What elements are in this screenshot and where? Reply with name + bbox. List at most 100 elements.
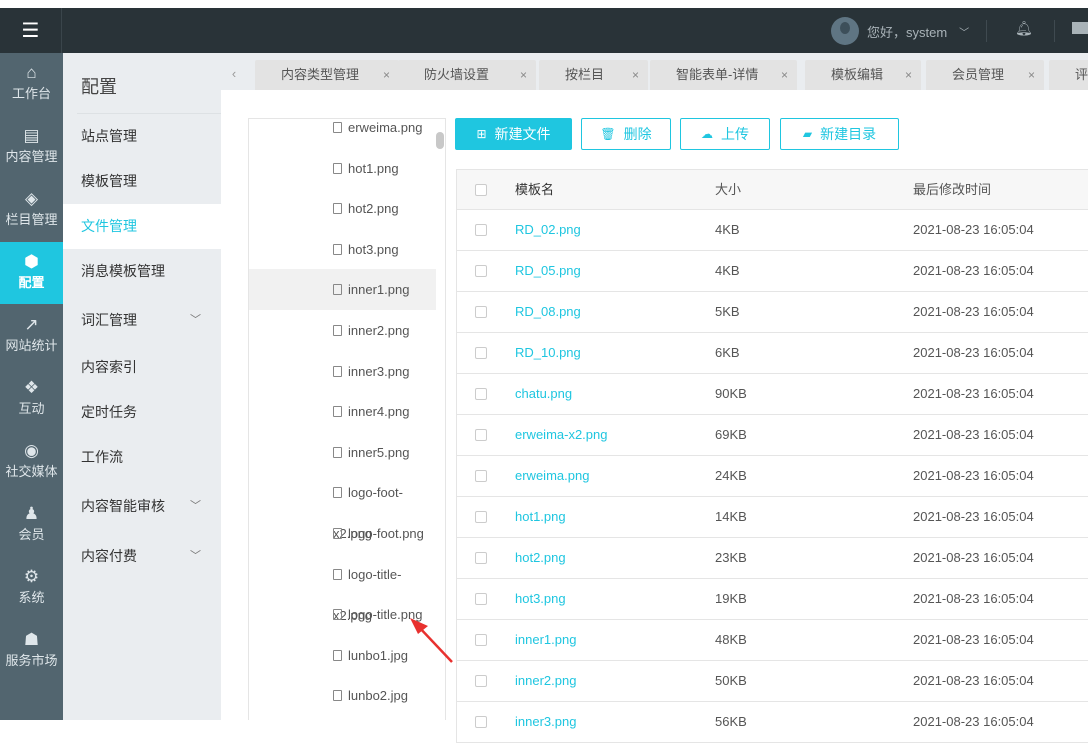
tree-file-item[interactable]: hot3.png <box>249 229 436 270</box>
file-name-link[interactable]: inner3.png <box>515 702 576 742</box>
tab-item[interactable]: 智能表单-详情 × <box>650 60 797 90</box>
tree-file-item[interactable]: lunbo2.jpg <box>249 675 436 716</box>
close-icon[interactable]: × <box>1028 60 1035 90</box>
row-checkbox[interactable] <box>475 429 487 441</box>
file-modified: 2021-08-23 16:05:04 <box>913 714 1034 729</box>
row-checkbox[interactable] <box>475 552 487 564</box>
tree-file-item[interactable]: logo-title-x2.png <box>249 554 436 623</box>
rail-item[interactable]: ❖ 互动 <box>0 368 63 430</box>
file-size: 14KB <box>715 509 747 524</box>
row-checkbox[interactable] <box>475 511 487 523</box>
submenu-item[interactable]: 文件管理 <box>63 204 221 249</box>
row-checkbox[interactable] <box>475 593 487 605</box>
row-checkbox[interactable] <box>475 716 487 728</box>
submenu-item-label: 工作流 <box>81 449 123 465</box>
rail-item[interactable]: ◈ 栏目管理 <box>0 179 63 241</box>
tree-file-item[interactable]: inner4.png <box>249 391 436 432</box>
submenu-item[interactable]: 定时任务 <box>63 390 221 435</box>
submenu-item[interactable]: 工作流 <box>63 435 221 480</box>
file-name-link[interactable]: hot2.png <box>515 538 566 578</box>
file-name: inner2.png <box>348 323 410 338</box>
file-modified: 2021-08-23 16:05:04 <box>913 509 1034 524</box>
row-checkbox[interactable] <box>475 470 487 482</box>
file-name: hot3.png <box>348 241 399 257</box>
row-checkbox[interactable] <box>475 306 487 318</box>
tree-file-item[interactable]: lunbo1.jpg <box>249 635 436 676</box>
tree-file-item[interactable]: inner5.png <box>249 432 436 473</box>
tree-file-item[interactable]: logo-title.png <box>249 594 436 635</box>
upload-button[interactable]: ☁ 上传 <box>680 118 770 150</box>
submenu-item[interactable]: 内容智能审核 ﹀ <box>63 484 221 529</box>
tree-file-item[interactable]: logo-foot.png <box>249 513 436 554</box>
row-checkbox[interactable] <box>475 388 487 400</box>
tree-file-item[interactable]: hot2.png <box>249 188 436 229</box>
rail-item[interactable]: ☗ 服务市场 <box>0 620 63 682</box>
tab-item[interactable]: 评 <box>1049 60 1088 90</box>
close-icon[interactable]: × <box>520 60 527 90</box>
tree-file-item[interactable]: inner1.png <box>249 269 436 311</box>
tab-scroll-left-icon[interactable]: ‹ <box>221 60 247 90</box>
scrollbar-thumb[interactable] <box>436 132 444 149</box>
file-name-link[interactable]: RD_02.png <box>515 210 581 250</box>
row-checkbox[interactable] <box>475 265 487 277</box>
file-size: 56KB <box>715 714 747 729</box>
row-checkbox[interactable] <box>475 224 487 236</box>
close-icon[interactable]: × <box>781 60 788 90</box>
submenu-item[interactable]: 模板管理 <box>63 159 221 204</box>
rail-item[interactable]: ⚙ 系统 <box>0 557 63 619</box>
rail-item[interactable]: ⌂ 工作台 <box>0 53 63 115</box>
submenu-item[interactable]: 内容付费 ﹀ <box>63 534 221 579</box>
rail-item[interactable]: ↗ 网站统计 <box>0 305 63 367</box>
file-name-link[interactable]: erweima-x2.png <box>515 415 608 455</box>
tab-item[interactable]: 内容类型管理 × <box>255 60 399 90</box>
submenu-item[interactable]: 站点管理 <box>63 114 221 159</box>
file-name-link[interactable]: RD_05.png <box>515 251 581 291</box>
file-name-link[interactable]: erweima.png <box>515 456 589 496</box>
tab-item[interactable]: 防火墙设置 × <box>398 60 536 90</box>
row-checkbox[interactable] <box>475 347 487 359</box>
tab-item[interactable]: 模板编辑 × <box>805 60 921 90</box>
tab-label: 会员管理 <box>952 67 1005 82</box>
column-modified: 最后修改时间 <box>913 182 992 197</box>
submenu-item[interactable]: 消息模板管理 <box>63 249 221 294</box>
rail-item[interactable]: ♟ 会员 <box>0 494 63 556</box>
close-icon[interactable]: × <box>383 60 390 90</box>
tree-file-item[interactable]: inner3.png <box>249 351 436 392</box>
new-file-button[interactable]: ⊞ 新建文件 <box>455 118 572 150</box>
rail-label: 栏目管理 <box>5 212 58 227</box>
monitor-icon[interactable] <box>1072 22 1088 34</box>
row-checkbox[interactable] <box>475 675 487 687</box>
file-name-link[interactable]: hot1.png <box>515 497 566 537</box>
file-name: logo-foot.png <box>348 526 424 541</box>
row-checkbox[interactable] <box>475 634 487 646</box>
tab-item[interactable]: 会员管理 × <box>926 60 1044 90</box>
tree-file-item[interactable]: inner2.png <box>249 310 436 351</box>
tree-file-item[interactable]: logo-foot-x2.png <box>249 472 436 541</box>
file-name-link[interactable]: RD_08.png <box>515 292 581 332</box>
close-icon[interactable]: × <box>905 60 912 90</box>
file-size: 4KB <box>715 263 740 278</box>
file-name-link[interactable]: chatu.png <box>515 374 572 414</box>
file-name-link[interactable]: hot3.png <box>515 579 566 619</box>
rail-label: 内容管理 <box>5 149 58 164</box>
file-name-link[interactable]: RD_10.png <box>515 333 581 373</box>
rail-item[interactable]: ▤ 内容管理 <box>0 116 63 178</box>
menu-toggle-icon[interactable]: ☰ <box>0 8 62 53</box>
user-menu[interactable]: 您好，system ﹀ <box>831 17 969 45</box>
delete-button[interactable]: 🗑︎ 删除 <box>581 118 671 150</box>
rail-item[interactable]: ◉ 社交媒体 <box>0 431 63 493</box>
file-name-link[interactable]: inner1.png <box>515 620 576 660</box>
tree-file-item[interactable]: erweima.png <box>249 119 436 148</box>
close-icon[interactable]: × <box>632 60 639 90</box>
file-name-link[interactable]: inner2.png <box>515 661 576 701</box>
new-directory-button[interactable]: ▰ 新建目录 <box>780 118 899 150</box>
tree-file-item[interactable]: hot1.png <box>249 148 436 189</box>
tab-item[interactable]: 按栏目 × <box>539 60 648 90</box>
file-name: inner3.png <box>348 363 410 379</box>
submenu-item[interactable]: 词汇管理 ﹀ <box>63 298 221 343</box>
rail-item[interactable]: ⬢ 配置 <box>0 242 63 304</box>
submenu-item[interactable]: 内容索引 <box>63 345 221 390</box>
submenu-item-label: 文件管理 <box>81 218 137 234</box>
bell-icon[interactable]: 🔔︎ <box>1015 20 1033 37</box>
select-all-checkbox[interactable] <box>475 184 487 196</box>
